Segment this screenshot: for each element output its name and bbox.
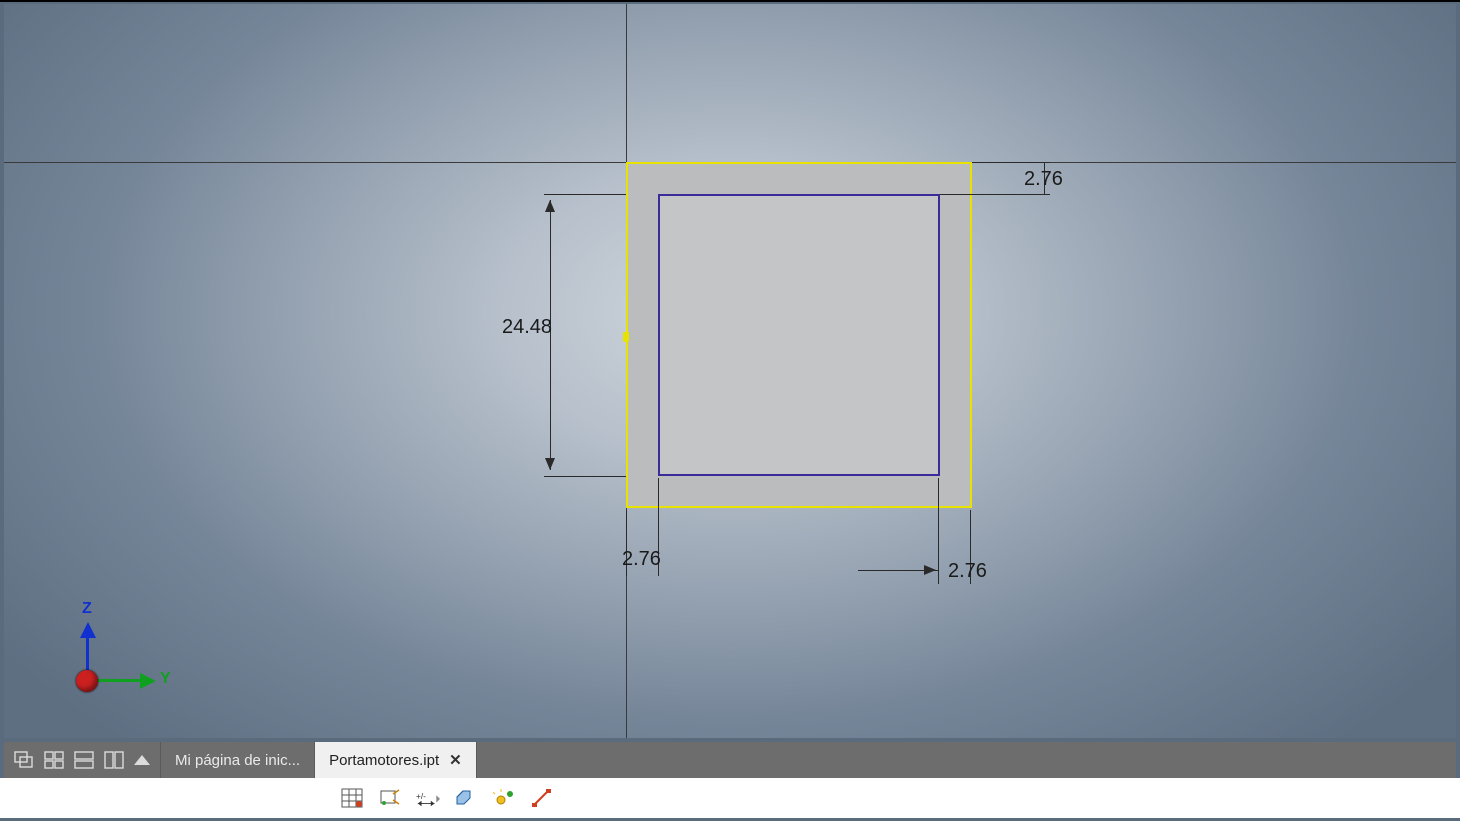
slice-graphics-icon[interactable] [454,786,478,810]
sketch-inner-rectangle[interactable] [658,194,940,476]
dim-extension-line [544,194,626,195]
tab-home-label: Mi página de inic... [175,752,300,769]
status-bar: +/- [0,778,1460,818]
tab-close-icon[interactable]: ✕ [449,751,462,769]
ucs-z-axis [86,636,89,670]
layout-cascade-icon[interactable] [14,751,34,769]
tabbar-layout-controls [4,742,161,778]
ucs-y-axis [98,679,142,682]
dim-arrowhead-icon [924,565,936,575]
dim-offset-top-right-value[interactable]: 2.76 [1024,168,1063,191]
constraints-toggle-icon[interactable] [378,786,402,810]
dim-extension-line [940,194,1050,195]
app-root: 24.48 2.76 2.76 2.76 Z Y [0,0,1460,821]
dim-extension-line [544,476,626,477]
tabbar-expand-icon[interactable] [134,755,150,765]
snap-grid-icon[interactable] [340,786,364,810]
layout-grid-icon[interactable] [44,751,64,769]
sketch-midpoint-handle[interactable] [623,332,629,342]
show-all-icon[interactable] [492,786,516,810]
layout-stacked-icon[interactable] [74,751,94,769]
dim-extension-line [938,478,939,584]
ucs-z-arrow-icon [80,622,96,638]
tab-home[interactable]: Mi página de inic... [161,742,315,778]
layout-side-by-side-icon[interactable] [104,751,124,769]
ucs-triad[interactable]: Z Y [64,600,184,700]
dim-extension-line [972,162,1050,163]
dim-height-value[interactable]: 24.48 [502,316,552,339]
ucs-y-label: Y [160,670,171,688]
tab-active-document[interactable]: Portamotores.ipt ✕ [315,742,477,778]
ucs-origin-icon [76,670,98,692]
dim-arrowhead-icon [545,458,555,470]
show-constraints-icon[interactable] [530,786,554,810]
svg-text:+/-: +/- [416,791,426,801]
ucs-z-label: Z [82,600,92,618]
dimension-display-icon[interactable]: +/- [416,786,440,810]
tab-active-label: Portamotores.ipt [329,752,439,769]
ucs-y-arrow-icon [140,673,156,689]
document-tabbar: Mi página de inic... Portamotores.ipt ✕ [4,742,1456,778]
dim-offset-bottom-right-value[interactable]: 2.76 [948,560,987,583]
dim-arrowhead-icon [545,200,555,212]
dim-offset-bottom-left-value[interactable]: 2.76 [622,548,661,571]
viewport-3d[interactable]: 24.48 2.76 2.76 2.76 Z Y [4,4,1456,738]
